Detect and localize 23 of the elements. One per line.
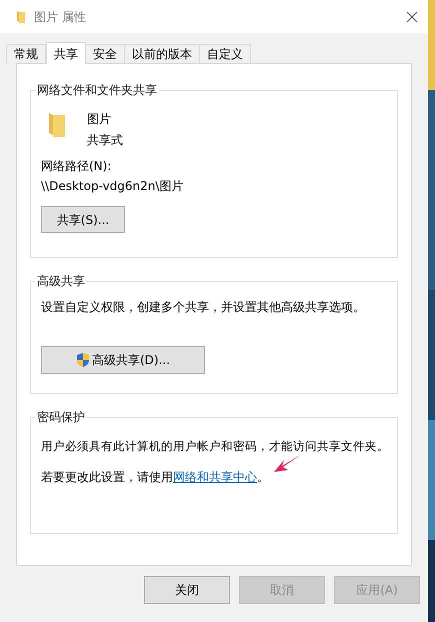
tab[interactable]: 共享 xyxy=(46,42,86,64)
tab[interactable]: 常规 xyxy=(6,44,46,63)
shield-icon xyxy=(76,352,90,368)
group-title: 高级共享 xyxy=(35,273,87,289)
group-title: 网络文件和文件夹共享 xyxy=(35,82,159,98)
folder-icon xyxy=(47,111,67,139)
window-title: 图片 属性 xyxy=(34,8,86,26)
network-path: \\Desktop-vdg6n2n\图片 xyxy=(41,178,184,194)
network-center-link[interactable]: 网络和共享中心 xyxy=(173,470,257,484)
path-label: 网络路径(N): xyxy=(41,158,112,174)
share-button[interactable]: 共享(S)... xyxy=(41,206,125,233)
advanced-sharing-description: 设置自定义权限，创建多个共享，并设置其他高级共享选项。 xyxy=(41,299,366,315)
share-button[interactable]: 高级共享(D)... xyxy=(41,346,205,374)
dialog-button[interactable]: 关闭 xyxy=(144,576,230,604)
tab[interactable]: 安全 xyxy=(85,44,125,63)
close-icon[interactable] xyxy=(406,10,418,22)
folder-name: 图片 xyxy=(87,111,112,127)
password-description: 用户必须具有此计算机的用户帐户和密码，才能访问共享文件夹。 xyxy=(41,438,389,454)
group-title: 密码保护 xyxy=(35,409,87,425)
settings-hint: 若要更改此设置，请使用网络和共享中心。 xyxy=(41,469,269,485)
tab[interactable]: 自定义 xyxy=(199,44,251,63)
share-state: 共享式 xyxy=(87,132,123,148)
folder-icon xyxy=(16,10,26,24)
